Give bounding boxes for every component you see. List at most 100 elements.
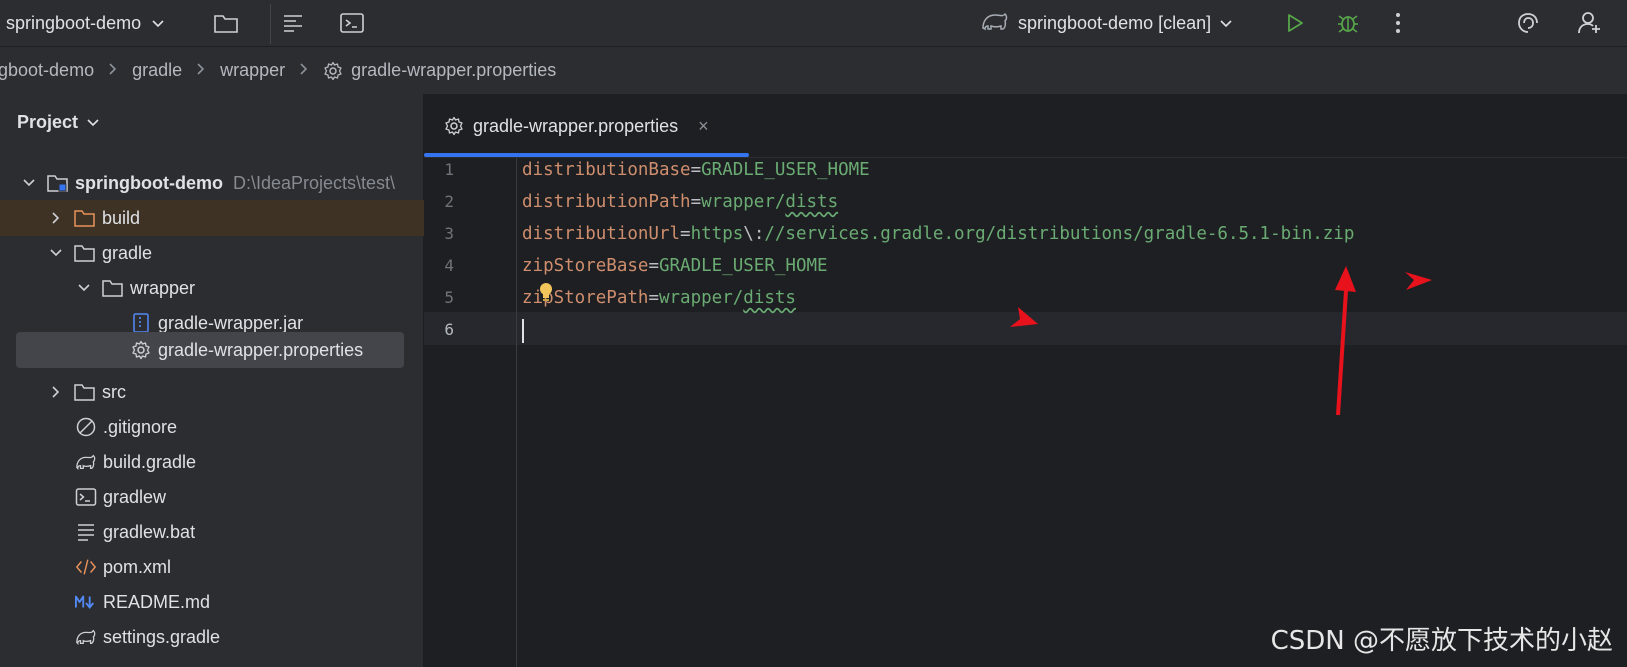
- tab-label: gradle-wrapper.properties: [473, 115, 679, 136]
- code-line[interactable]: zipStoreBase=GRADLE_USER_HOME: [522, 254, 828, 278]
- tree-item-src[interactable]: src: [0, 374, 424, 410]
- add-user-icon[interactable]: [1575, 8, 1605, 38]
- editor-area[interactable]: gradle-wrapper.properties × 1 2 3 4 5 6 …: [424, 94, 1627, 667]
- tree-item-label: wrapper: [130, 277, 196, 298]
- property-value-typo: dists: [785, 192, 839, 212]
- line-number: 2: [444, 192, 454, 211]
- run-icon[interactable]: [1280, 8, 1310, 38]
- editor-tab-bar: gradle-wrapper.properties ×: [424, 94, 1627, 158]
- main-toolbar: springboot-demo springboot-demo [clean]: [0, 0, 1627, 46]
- chevron-right-icon: [299, 60, 309, 81]
- chevron-right-icon[interactable]: [48, 385, 64, 399]
- structure-icon[interactable]: [279, 8, 309, 38]
- project-panel-title[interactable]: Project: [17, 112, 100, 133]
- folder-icon[interactable]: [211, 8, 241, 38]
- text-caret: [522, 319, 524, 343]
- tree-item-wrapper[interactable]: wrapper: [0, 270, 424, 306]
- code-line[interactable]: distributionPath=wrapper/dists: [522, 190, 838, 214]
- folder-icon: [102, 277, 124, 299]
- close-icon[interactable]: ×: [698, 116, 709, 137]
- tree-item-label: pom.xml: [103, 556, 172, 577]
- code-line[interactable]: zipStorePath=wrapper/dists: [522, 286, 796, 310]
- tree-item-label: build.gradle: [103, 451, 197, 472]
- tree-item-gradlew-bat[interactable]: gradlew.bat: [0, 514, 424, 550]
- chevron-right-icon[interactable]: [48, 211, 64, 225]
- code-line[interactable]: distributionBase=GRADLE_USER_HOME: [522, 158, 870, 182]
- xml-file-icon: [75, 556, 97, 578]
- jar-file-icon: [130, 312, 152, 334]
- tree-item-label: README.md: [103, 591, 211, 612]
- gradle-elephant-icon: [75, 451, 97, 473]
- tree-item-settings-gradle[interactable]: settings.gradle: [0, 619, 424, 655]
- equals-sign: =: [648, 288, 659, 308]
- gradle-elephant-icon: [75, 626, 97, 648]
- tree-item-gradle[interactable]: gradle: [0, 235, 424, 271]
- project-panel-title-label: Project: [17, 112, 79, 132]
- lightbulb-icon[interactable]: [538, 282, 554, 309]
- text-file-icon: [75, 521, 97, 543]
- tree-item-gradlew[interactable]: gradlew: [0, 479, 424, 515]
- terminal-icon[interactable]: [337, 8, 367, 38]
- project-panel: Project springboot-demo D:\IdeaProjects\…: [0, 94, 424, 667]
- active-tab-indicator: [424, 153, 749, 157]
- tab-gradle-wrapper-properties[interactable]: gradle-wrapper.properties ×: [424, 94, 749, 158]
- tree-item-label: gradlew.bat: [103, 521, 196, 542]
- tree-item-label: gradle-wrapper.jar: [158, 312, 304, 333]
- tree-item-label: springboot-demo: [75, 172, 223, 193]
- folder-icon: [74, 381, 96, 403]
- tree-item-gradle-wrapper-properties[interactable]: gradle-wrapper.properties: [16, 332, 404, 368]
- breadcrumb-item-label: gradle-wrapper.properties: [351, 60, 557, 80]
- tree-item-readme[interactable]: README.md: [0, 584, 424, 620]
- property-value: GRADLE_USER_HOME: [701, 160, 870, 180]
- property-value-typo: dists: [743, 288, 796, 308]
- tree-item-label: settings.gradle: [103, 626, 221, 647]
- breadcrumb: ngboot-demo gradle wrapper gradle-wrappe…: [0, 46, 1627, 94]
- property-value: https: [690, 224, 744, 244]
- property-value: wrapper/: [701, 192, 786, 212]
- tree-item-label: gradle: [102, 242, 153, 263]
- folder-icon: [74, 207, 96, 229]
- escape-sequence: \:: [743, 224, 765, 244]
- markdown-file-icon: [75, 591, 97, 613]
- equals-sign: =: [690, 160, 702, 180]
- chevron-down-icon[interactable]: [48, 248, 64, 258]
- project-switcher[interactable]: springboot-demo: [6, 0, 165, 46]
- folder-icon: [74, 242, 96, 264]
- breadcrumb-item-current[interactable]: gradle-wrapper.properties: [323, 60, 556, 81]
- chevron-right-icon: [196, 60, 206, 81]
- property-value: //services.gradle.org/distributions/grad…: [764, 224, 1355, 244]
- module-folder-icon: [47, 172, 69, 194]
- breadcrumb-item[interactable]: ngboot-demo: [0, 60, 94, 81]
- tree-item-label: build: [102, 207, 141, 228]
- breadcrumb-item[interactable]: wrapper: [220, 60, 285, 81]
- line-number: 5: [444, 288, 454, 307]
- gear-icon: [130, 339, 152, 361]
- project-name: springboot-demo: [6, 12, 142, 33]
- line-number: 3: [444, 224, 454, 243]
- tree-item-pom-xml[interactable]: pom.xml: [0, 549, 424, 585]
- property-value: GRADLE_USER_HOME: [658, 256, 828, 276]
- run-configuration-selector[interactable]: springboot-demo [clean]: [980, 0, 1233, 46]
- property-key: zipStoreBase: [522, 256, 649, 276]
- tree-item-springboot-demo[interactable]: springboot-demo D:\IdeaProjects\test\: [0, 165, 424, 201]
- equals-sign: =: [680, 224, 691, 244]
- tree-item-build-gradle[interactable]: build.gradle: [0, 444, 424, 480]
- ai-assistant-icon[interactable]: [1513, 8, 1543, 38]
- chevron-down-icon: [86, 112, 100, 133]
- breadcrumb-item[interactable]: gradle: [132, 60, 182, 81]
- tree-item-gitignore[interactable]: .gitignore: [0, 409, 424, 445]
- property-key: distributionPath: [522, 192, 691, 212]
- debug-icon[interactable]: [1333, 8, 1363, 38]
- shell-script-icon: [75, 486, 97, 508]
- chevron-right-icon: [108, 60, 118, 81]
- chevron-down-icon[interactable]: [76, 283, 92, 293]
- more-icon[interactable]: [1383, 8, 1413, 38]
- watermark: CSDN @不愿放下技术的小赵: [1270, 626, 1613, 656]
- code-line[interactable]: distributionUrl=https\://services.gradle…: [522, 222, 1354, 246]
- ignore-file-icon: [75, 416, 97, 438]
- chevron-down-icon: [151, 13, 165, 34]
- chevron-down-icon[interactable]: [21, 178, 37, 188]
- tree-item-label: gradlew: [103, 486, 167, 507]
- tree-item-build[interactable]: build: [0, 200, 424, 236]
- equals-sign: =: [648, 256, 659, 276]
